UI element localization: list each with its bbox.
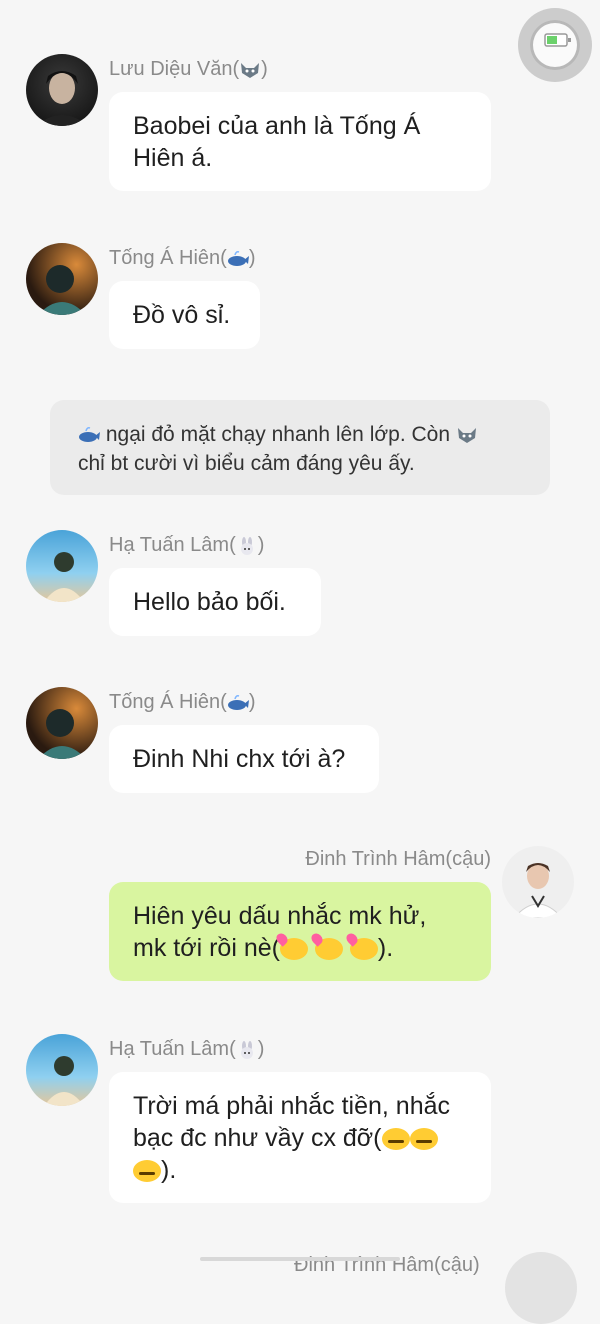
sender-name: Tống Á Hiên(): [109, 691, 256, 713]
rabbit-icon: [240, 1040, 253, 1059]
avatar-image: [44, 1056, 84, 1106]
avatar-image: [44, 552, 84, 602]
kissing-face-icon: [314, 938, 343, 961]
message-bubble[interactable]: Baobei của anh là Tống Á Hiên á.: [109, 92, 491, 191]
message-text: Đinh Nhi chx tới à?: [133, 745, 346, 773]
battery-icon: [544, 33, 571, 47]
message-text: Hello bảo bối.: [133, 588, 286, 616]
whale-icon: [227, 250, 249, 266]
avatar-image: [36, 71, 88, 126]
avatar[interactable]: [505, 1252, 577, 1324]
avatar[interactable]: [26, 687, 98, 759]
sender-name: Đinh Trình Hâm(cậu): [305, 848, 491, 870]
narration-line: chỉ bt cười vì biểu cảm đáng yêu ấy.: [78, 452, 415, 475]
message-line: Baobei của anh là Tống Á: [133, 112, 421, 140]
kissing-face-icon: [279, 938, 308, 961]
avatar[interactable]: [26, 1034, 98, 1106]
wolf-icon: [241, 62, 260, 78]
expressionless-face-icon: [409, 1128, 438, 1151]
whale-icon: [227, 694, 249, 710]
whale-icon: [79, 427, 100, 443]
avatar[interactable]: [502, 846, 574, 918]
message-bubble[interactable]: Trời má phải nhắc tiền, nhắc bạc đc như …: [109, 1072, 491, 1203]
message-line: mk tới rồi nè( ).: [133, 934, 394, 962]
avatar[interactable]: [26, 54, 98, 126]
narration-line: ngại đỏ mặt chạy nhanh lên lớp. Còn: [105, 423, 451, 446]
wolf-icon: [457, 428, 476, 444]
sender-name: Hạ Tuấn Lâm(): [109, 1038, 265, 1060]
message-bubble[interactable]: Đinh Nhi chx tới à?: [109, 725, 379, 793]
floating-assistive-button[interactable]: [518, 8, 592, 82]
message-line: Trời má phải nhắc tiền, nhắc: [133, 1092, 451, 1120]
sender-name: Lưu Diệu Văn(): [109, 58, 268, 80]
message-line: bạc đc như vầy cx đỡ(: [133, 1122, 467, 1154]
sender-name: Hạ Tuấn Lâm(): [109, 534, 265, 556]
narration-box: ngại đỏ mặt chạy nhanh lên lớp. Còn chỉ …: [50, 400, 550, 495]
avatar-image: [38, 709, 86, 759]
message-bubble[interactable]: Hello bảo bối.: [109, 568, 321, 636]
expressionless-face-icon: [133, 1160, 161, 1183]
rabbit-icon: [240, 536, 253, 555]
message-bubble[interactable]: Đồ vô sỉ.: [109, 281, 260, 349]
message-line: ).: [133, 1154, 467, 1186]
avatar[interactable]: [26, 530, 98, 602]
avatar[interactable]: [26, 243, 98, 315]
avatar-image: [38, 265, 86, 315]
message-line: Hiên á.: [133, 144, 213, 172]
scroll-indicator: [200, 1257, 400, 1261]
message-line: Hiên yêu dấu nhắc mk hử,: [133, 902, 427, 930]
expressionless-face-icon: [381, 1128, 410, 1151]
message-text: Đồ vô sỉ.: [133, 301, 231, 329]
avatar-image: [513, 863, 563, 918]
my-message-bubble[interactable]: Hiên yêu dấu nhắc mk hử, mk tới rồi nè( …: [109, 882, 491, 981]
kissing-face-icon: [349, 938, 378, 961]
sender-name: Tống Á Hiên(): [109, 247, 256, 269]
